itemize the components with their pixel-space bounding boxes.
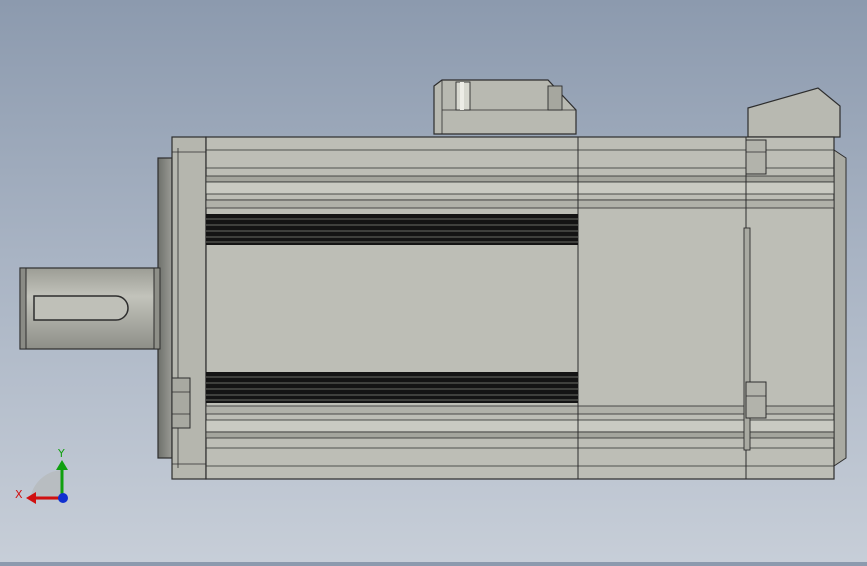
motor-drawing: Y X [15, 79, 847, 504]
z-axis-dot [58, 493, 68, 503]
x-axis-label: X [15, 488, 23, 501]
front-flange [153, 157, 173, 459]
power-connector [433, 79, 577, 135]
cad-viewport[interactable]: Y X [0, 0, 867, 562]
front-cap [171, 136, 207, 480]
cooling-fins-bottom [206, 372, 578, 403]
motor-housing [205, 136, 835, 480]
cooling-fins-top [206, 214, 578, 245]
keyway [33, 295, 129, 321]
y-axis-label: Y [57, 447, 65, 460]
coordinate-triad: Y X [15, 447, 68, 504]
output-shaft [19, 267, 159, 350]
